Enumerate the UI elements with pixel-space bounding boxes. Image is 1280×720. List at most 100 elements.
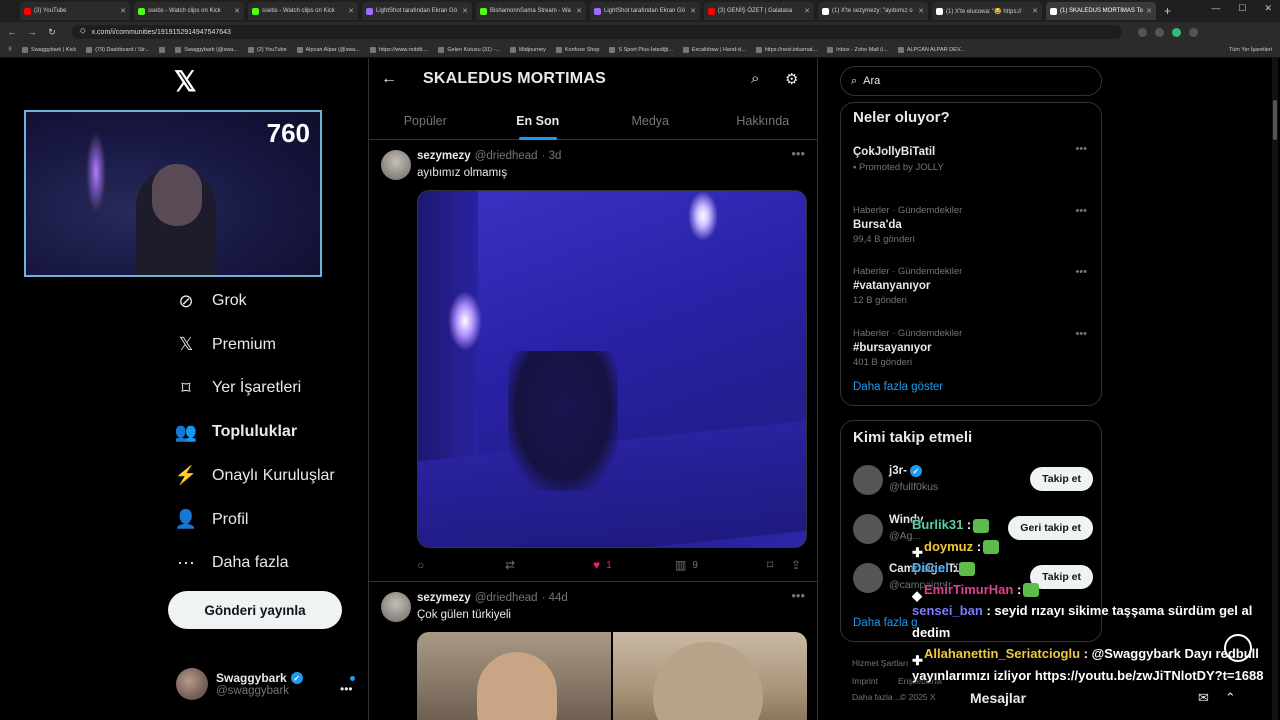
close-icon[interactable]: ✕ xyxy=(576,7,582,15)
bookmark-item[interactable]: Gelen Kutusu (31) -... xyxy=(438,46,500,53)
bookmark-item[interactable]: Konfuse Shop xyxy=(555,46,599,53)
footer-link[interactable]: Imprint xyxy=(852,676,878,686)
post[interactable]: sezymezy @driedhead · 44d ••• Çok gülen … xyxy=(369,582,817,720)
more-icon[interactable]: ••• xyxy=(1075,205,1087,217)
bookmark-item[interactable]: https://nest.inkarnat... xyxy=(755,46,817,53)
trend-item[interactable]: Haberler · Gündemdekiler #vatanyanıyor 12 … xyxy=(853,266,1093,306)
bookmark-item[interactable]: S Sport Plus-İstediği... xyxy=(609,46,673,53)
sidebar-item-onaylı-kuruluşlar[interactable]: ⚡ Onaylı Kuruluşlar xyxy=(175,465,335,486)
browser-tab[interactable]: LightShot tarafından Ekran Gö ✕ xyxy=(362,2,472,20)
show-more-link[interactable]: Daha fazla göster xyxy=(853,381,943,393)
post-video[interactable] xyxy=(417,190,807,548)
like-button[interactable]: ♥ 1 xyxy=(593,558,675,572)
post-author-handle[interactable]: @driedhead xyxy=(475,592,538,604)
follow-suggestion[interactable]: j3r- ✓ @fullf0kus Takip et xyxy=(853,463,1093,499)
messages-drawer-label[interactable]: Mesajlar xyxy=(970,690,1026,706)
more-icon[interactable]: ••• xyxy=(1075,143,1087,155)
post-images[interactable] xyxy=(417,632,807,720)
close-icon[interactable]: ✕ xyxy=(120,7,126,15)
menu-icon[interactable] xyxy=(1189,27,1198,37)
close-icon[interactable]: ✕ xyxy=(804,7,810,15)
browser-tab[interactable]: BishamonnSama Stream - Wa ✕ xyxy=(476,2,586,20)
avatar[interactable] xyxy=(853,465,883,495)
post-image[interactable] xyxy=(613,632,807,720)
bookmark-icon[interactable]: ⌑ xyxy=(767,558,791,572)
bookmark-item[interactable]: Excalidraw | Hand-d... xyxy=(682,46,746,53)
more-icon[interactable]: ••• xyxy=(791,588,805,603)
browser-tab[interactable]: (3) GENİŞ ÖZET | Galatasa ✕ xyxy=(704,2,814,20)
close-icon[interactable]: ✕ xyxy=(1032,7,1038,15)
browser-tab[interactable]: (1) X'te sezymezy: "ayıbımız o ✕ xyxy=(818,2,928,20)
more-icon[interactable]: ••• xyxy=(791,146,805,161)
extension-icon[interactable] xyxy=(1155,27,1164,37)
back-arrow-icon[interactable]: ← xyxy=(381,70,397,88)
browser-tab[interactable]: (1) X'te elucowa: "😂 https:// ✕ xyxy=(932,2,1042,20)
chevron-up-icon[interactable]: ⌃ xyxy=(1225,690,1236,706)
post[interactable]: sezymezy @driedhead · 3d ••• ayıbımız ol… xyxy=(369,140,817,582)
bookmark-item[interactable]: Swaggybark | Kick xyxy=(22,46,76,53)
sidebar-item-premium[interactable]: 𝕏 Premium xyxy=(176,334,276,355)
all-bookmarks-link[interactable]: Tüm Yer İşaretleri xyxy=(1229,47,1272,53)
browser-tab[interactable]: (1) SKALEDUS MORTIMAS To ✕ xyxy=(1046,2,1156,20)
x-logo-icon[interactable]: 𝕏 xyxy=(174,68,202,96)
scrollbar-thumb[interactable] xyxy=(1273,100,1277,140)
close-icon[interactable]: ✕ xyxy=(348,7,354,15)
avatar[interactable] xyxy=(853,563,883,593)
sidebar-item-profil[interactable]: 👤 Profil xyxy=(175,509,249,530)
close-icon[interactable]: ✕ xyxy=(1146,7,1152,15)
apps-grid-icon[interactable]: ⠿ xyxy=(8,47,12,53)
post-image[interactable] xyxy=(417,632,611,720)
more-icon[interactable]: ••• xyxy=(1075,328,1087,340)
views-button[interactable]: ▥ 9 xyxy=(675,558,767,572)
search-icon[interactable]: ⌕ xyxy=(751,70,759,87)
close-icon[interactable]: ✕ xyxy=(462,7,468,15)
post-time[interactable]: · 44d xyxy=(542,592,568,604)
post-time[interactable]: · 3d xyxy=(542,150,562,162)
tab-en-son[interactable]: En Son xyxy=(482,102,595,140)
avatar[interactable] xyxy=(381,592,411,622)
footer-link[interactable]: Hizmet Şartları xyxy=(852,658,908,668)
search-input[interactable]: ⌕ Ara xyxy=(840,66,1102,96)
bookmark-item[interactable] xyxy=(159,46,166,53)
share-icon[interactable]: ⇪ xyxy=(791,558,801,572)
bookmark-item[interactable]: Alpcan Alpar (@swa... xyxy=(296,46,360,53)
footer-link[interactable]: Daha fazla ... xyxy=(852,692,902,702)
tab-hakkında[interactable]: Hakkında xyxy=(707,102,818,139)
post-author-name[interactable]: sezymezy xyxy=(417,592,471,604)
bookmark-item[interactable]: https://www.reddit.... xyxy=(369,46,428,53)
avatar[interactable] xyxy=(381,150,411,180)
tab-popüler[interactable]: Popüler xyxy=(369,102,482,139)
browser-tab[interactable]: LightShot tarafından Ekran Gö ✕ xyxy=(590,2,700,20)
reply-icon[interactable]: ○ xyxy=(417,558,505,572)
browser-tab[interactable]: ssebs - Watch clips on Kick ✕ xyxy=(248,2,358,20)
trend-item[interactable]: Haberler · Gündemdekiler #bursayanıyor 401… xyxy=(853,328,1093,368)
bookmark-item[interactable]: Midjourney xyxy=(509,46,546,53)
forward-arrow-icon[interactable]: → xyxy=(26,27,38,37)
profile-icon[interactable] xyxy=(1172,27,1181,37)
post-button[interactable]: Gönderi yayınla xyxy=(168,591,342,629)
scrollbar[interactable] xyxy=(1272,58,1278,720)
close-icon[interactable]: ✕ xyxy=(690,7,696,15)
repost-icon[interactable]: ⇄ xyxy=(505,558,593,572)
more-icon[interactable]: ••• xyxy=(1075,266,1087,278)
url-input[interactable]: ⛭ x.com/i/communities/191915291494754764… xyxy=(72,25,1122,39)
browser-tab[interactable]: ssebs - Watch clips on Kick ✕ xyxy=(134,2,244,20)
account-more-icon[interactable]: ••• xyxy=(340,676,355,696)
browser-tab[interactable]: (3) YouTube ✕ xyxy=(20,2,130,20)
trend-item[interactable]: Haberler · Gündemdekiler Bursa'da 99,4 B g… xyxy=(853,205,1093,245)
show-more-link[interactable]: Daha fazla g xyxy=(853,617,918,629)
reload-icon[interactable]: ↻ xyxy=(46,27,58,38)
new-tab-icon[interactable]: + xyxy=(1164,4,1171,18)
sidebar-item-daha-fazla[interactable]: ⋯ Daha fazla xyxy=(176,553,289,573)
new-message-icon[interactable]: ✉ xyxy=(1198,690,1209,706)
bookmark-item[interactable]: Swaggybark (@swa... xyxy=(175,46,238,53)
tab-medya[interactable]: Medya xyxy=(594,102,707,139)
bookmark-item[interactable]: ALPCAN ALPAR DEV... xyxy=(897,46,965,53)
bookmark-item[interactable]: (79) Dashboard / Str... xyxy=(86,46,149,53)
sidebar-item-topluluklar[interactable]: 👥 Topluluklar xyxy=(175,422,297,442)
account-switcher[interactable]: Swaggybark ✓ @swaggybark xyxy=(176,668,303,700)
close-icon[interactable]: ✕ xyxy=(918,7,924,15)
gear-icon[interactable]: ⚙ xyxy=(785,70,798,88)
bookmark-item[interactable]: Inbox - Zoho Mail (i... xyxy=(827,46,888,53)
post-author-name[interactable]: sezymezy xyxy=(417,150,471,162)
